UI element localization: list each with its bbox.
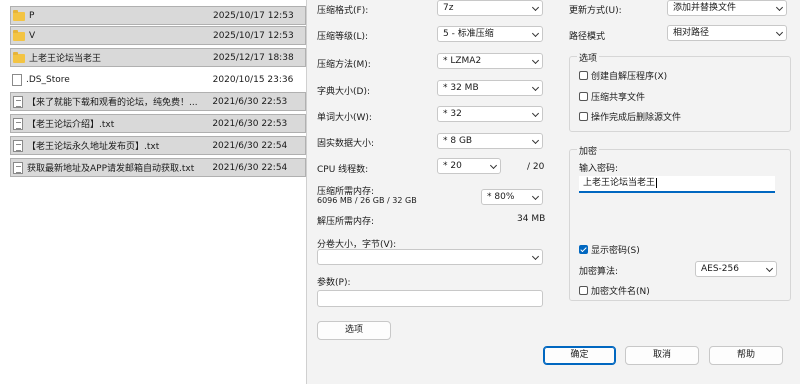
file-date: 2021/6/30 22:54: [212, 140, 288, 151]
chevron-down-icon: [775, 28, 784, 37]
text-caret: [656, 177, 658, 188]
file-name: 【老王论坛永久地址发布页】.txt: [27, 142, 160, 152]
chevron-down-icon: [531, 136, 540, 145]
chevron-down-icon: [775, 3, 784, 12]
cancel-button[interactable]: 取消: [625, 346, 699, 365]
chevron-down-icon: [531, 3, 540, 12]
chevron-down-icon: [531, 109, 540, 118]
solid-size-select[interactable]: * 8 GB: [437, 133, 543, 149]
solid-size-label: 固实数据大小:: [317, 139, 375, 149]
options-group-title: 选项: [577, 51, 600, 64]
chevron-down-icon: [765, 264, 774, 273]
password-input[interactable]: 上老王论坛当老王: [579, 176, 775, 193]
encryption-group-title: 加密: [577, 144, 600, 157]
create-sfx-checkbox[interactable]: 创建自解压程序(X): [579, 69, 667, 82]
format-label: 压缩格式(F):: [317, 6, 369, 16]
file-date: 2025/10/17 12:53: [213, 10, 294, 21]
file-name: .DS_Store: [26, 74, 70, 85]
dictionary-label: 字典大小(D):: [317, 87, 370, 97]
parameters-input[interactable]: [317, 290, 543, 307]
file-date: 2025/10/17 12:53: [213, 30, 294, 41]
help-button[interactable]: 帮助: [709, 346, 783, 365]
file-row[interactable]: 【老王论坛介绍】.txt 2021/6/30 22:53: [10, 114, 306, 133]
encryption-method-select[interactable]: AES-256: [695, 261, 777, 277]
decompress-memory-value: 34 MB: [517, 214, 546, 224]
file-row[interactable]: 【来了就能下载和观看的论坛，纯免费！... 2021/6/30 22:53: [10, 92, 306, 111]
show-password-checkbox[interactable]: 显示密码(S): [579, 243, 640, 256]
text-file-icon: [13, 139, 23, 152]
folder-icon: [13, 10, 25, 21]
file-name: 【来了就能下载和观看的论坛，纯免费！...: [27, 98, 198, 108]
checkbox-checked-icon: [579, 245, 588, 254]
cpu-threads-label: CPU 线程数:: [317, 165, 369, 175]
file-name: 【老王论坛介绍】.txt: [27, 120, 115, 130]
file-name: V: [29, 30, 36, 41]
chevron-down-icon: [531, 29, 540, 38]
checkbox-icon: [579, 92, 588, 101]
split-volume-select[interactable]: [317, 249, 543, 265]
chevron-down-icon: [531, 252, 540, 261]
add-to-archive-dialog: 压缩格式(F): 7z 压缩等级(L): 5 - 标准压缩 压缩方法(M): *…: [306, 0, 800, 384]
file-date: 2021/6/30 22:53: [212, 118, 288, 129]
folder-icon: [13, 30, 25, 41]
file-date: 2025/12/17 18:38: [213, 52, 294, 63]
file-name: P: [29, 10, 35, 21]
file-date: 2021/6/30 22:54: [212, 162, 288, 173]
level-select[interactable]: 5 - 标准压缩: [437, 26, 543, 42]
decompress-memory-label: 解压所需内存:: [317, 217, 375, 227]
checkbox-icon: [579, 112, 588, 121]
file-date: 2020/10/15 23:36: [212, 74, 294, 85]
chevron-down-icon: [531, 83, 540, 92]
checkbox-icon: [579, 71, 588, 80]
word-size-select[interactable]: * 32: [437, 106, 543, 122]
text-file-icon: [13, 117, 23, 130]
format-select[interactable]: 7z: [437, 0, 543, 16]
dictionary-select[interactable]: * 32 MB: [437, 80, 543, 96]
ok-button[interactable]: 确定: [543, 346, 616, 365]
file-row[interactable]: .DS_Store 2020/10/15 23:36: [10, 70, 306, 89]
update-mode-select[interactable]: 添加并替换文件: [667, 0, 787, 16]
memory-percent-select[interactable]: * 80%: [481, 189, 543, 205]
delete-after-checkbox[interactable]: 操作完成后删除源文件: [579, 110, 681, 123]
path-mode-select[interactable]: 相对路径: [667, 25, 787, 41]
file-name: 上老王论坛当老王: [29, 54, 102, 64]
text-file-icon: [13, 161, 23, 174]
checkbox-icon: [579, 286, 588, 295]
compress-shared-checkbox[interactable]: 压缩共享文件: [579, 90, 645, 103]
file-row[interactable]: 获取最新地址及APP请发邮箱自动获取.txt 2021/6/30 22:54: [10, 158, 306, 177]
file-list: P 2025/10/17 12:53 V 2025/10/17 12:53 上老…: [0, 0, 306, 384]
compress-memory-detail: 6096 MB / 26 GB / 32 GB: [317, 196, 417, 205]
file-row[interactable]: 上老王论坛当老王 2025/12/17 18:38: [10, 48, 306, 67]
cpu-threads-max: / 20: [527, 162, 545, 172]
password-label: 输入密码:: [579, 164, 619, 174]
file-date: 2021/6/30 22:53: [212, 96, 288, 107]
word-size-label: 单词大小(W):: [317, 113, 372, 123]
update-mode-label: 更新方式(U):: [569, 6, 622, 16]
file-icon: [12, 73, 22, 86]
folder-icon: [13, 52, 25, 63]
text-file-icon: [13, 95, 23, 108]
method-select[interactable]: * LZMA2: [437, 53, 543, 69]
options-button[interactable]: 选项: [317, 321, 391, 340]
method-label: 压缩方法(M):: [317, 60, 371, 70]
chevron-down-icon: [531, 192, 540, 201]
path-mode-label: 路径模式: [569, 32, 606, 42]
encrypt-filenames-checkbox[interactable]: 加密文件名(N): [579, 284, 650, 297]
file-name: 获取最新地址及APP请发邮箱自动获取.txt: [27, 164, 195, 174]
file-row[interactable]: 【老王论坛永久地址发布页】.txt 2021/6/30 22:54: [10, 136, 306, 155]
chevron-down-icon: [489, 161, 498, 170]
encryption-method-label: 加密算法:: [579, 267, 619, 277]
parameters-label: 参数(P):: [317, 278, 351, 288]
file-row[interactable]: P 2025/10/17 12:53: [10, 6, 306, 25]
file-row[interactable]: V 2025/10/17 12:53: [10, 26, 306, 45]
cpu-threads-select[interactable]: * 20: [437, 158, 501, 174]
level-label: 压缩等级(L):: [317, 32, 369, 42]
chevron-down-icon: [531, 56, 540, 65]
